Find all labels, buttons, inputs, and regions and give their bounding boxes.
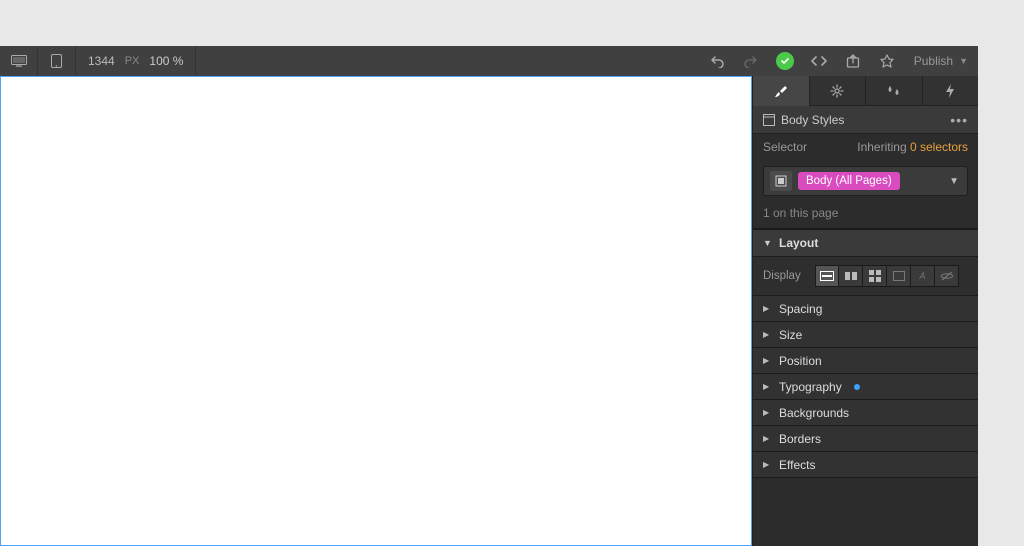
publish-button[interactable]: Publish ▼ — [904, 46, 978, 76]
section-position[interactable]: ▶ Position — [753, 348, 978, 374]
workspace: Body Styles ••• Selector Inheriting 0 se… — [0, 76, 978, 546]
display-block-button[interactable] — [815, 265, 839, 287]
bolt-icon — [945, 84, 955, 98]
display-flex-button[interactable] — [839, 265, 863, 287]
window-chrome-padding — [0, 0, 1024, 46]
tablet-icon — [51, 54, 62, 68]
selector-label: Selector — [763, 140, 807, 154]
triangle-right-icon: ▶ — [763, 434, 771, 443]
toolbar-right-group: Publish ▼ — [700, 46, 978, 76]
selector-dropdown-caret[interactable]: ▼ — [949, 176, 961, 187]
chevron-down-icon: ▼ — [959, 56, 968, 66]
display-block-icon — [820, 271, 834, 281]
zoom-value[interactable]: 100 % — [149, 54, 183, 68]
panel-tabs — [753, 76, 978, 106]
section-typography-label: Typography — [779, 380, 842, 394]
panel-title: Body Styles — [781, 113, 844, 127]
panel-menu-button[interactable]: ••• — [950, 112, 968, 128]
selector-tag[interactable]: Body (All Pages) — [798, 172, 900, 190]
display-button-group: A — [815, 265, 959, 287]
section-borders[interactable]: ▶ Borders — [753, 426, 978, 452]
display-inline-button[interactable]: A — [911, 265, 935, 287]
modified-indicator-icon — [854, 384, 860, 390]
brush-icon — [773, 84, 788, 99]
undo-icon — [710, 54, 724, 68]
selector-state-button[interactable] — [770, 171, 792, 191]
inheriting-count[interactable]: 0 selectors — [910, 140, 968, 154]
section-position-label: Position — [779, 354, 822, 368]
triangle-right-icon: ▶ — [763, 304, 771, 313]
selector-field[interactable]: Body (All Pages) ▼ — [763, 166, 968, 196]
triangle-right-icon: ▶ — [763, 330, 771, 339]
display-label: Display — [763, 270, 807, 282]
redo-button[interactable] — [734, 46, 768, 76]
display-none-icon — [940, 271, 954, 281]
app-frame: 1344 PX 100 % — [0, 46, 978, 546]
section-spacing-label: Spacing — [779, 302, 822, 316]
check-circle-icon — [776, 52, 794, 70]
droplets-icon — [886, 84, 902, 98]
section-backgrounds-label: Backgrounds — [779, 406, 849, 420]
publish-label: Publish — [914, 54, 953, 68]
design-canvas[interactable] — [0, 76, 752, 546]
tab-settings[interactable] — [810, 76, 867, 106]
audit-button[interactable] — [870, 46, 904, 76]
selector-instance-count: 1 on this page — [753, 202, 978, 229]
export-icon — [846, 54, 860, 68]
inheriting-info: Inheriting 0 selectors — [857, 140, 968, 154]
triangle-right-icon: ▶ — [763, 408, 771, 417]
undo-button[interactable] — [700, 46, 734, 76]
section-effects-label: Effects — [779, 458, 815, 472]
section-spacing[interactable]: ▶ Spacing — [753, 296, 978, 322]
status-ok-button[interactable] — [768, 46, 802, 76]
px-label: PX — [125, 55, 140, 67]
display-flex-icon — [844, 271, 858, 281]
breakpoint-desktop-button[interactable] — [0, 46, 38, 76]
section-backgrounds[interactable]: ▶ Backgrounds — [753, 400, 978, 426]
audit-icon — [880, 54, 894, 68]
tab-effects[interactable] — [923, 76, 979, 106]
tab-style[interactable] — [753, 76, 810, 106]
gear-icon — [830, 84, 844, 98]
section-typography[interactable]: ▶ Typography — [753, 374, 978, 400]
canvas-width-value[interactable]: 1344 — [88, 54, 115, 68]
display-grid-icon — [869, 270, 881, 282]
redo-icon — [744, 54, 758, 68]
inheriting-label: Inheriting — [857, 140, 906, 154]
tab-interactions[interactable] — [866, 76, 923, 106]
section-size[interactable]: ▶ Size — [753, 322, 978, 348]
export-button[interactable] — [836, 46, 870, 76]
triangle-down-icon: ▼ — [763, 238, 771, 248]
style-panel: Body Styles ••• Selector Inheriting 0 se… — [752, 76, 978, 546]
display-inlineblock-button[interactable] — [887, 265, 911, 287]
desktop-icon — [11, 55, 27, 67]
code-icon — [811, 55, 827, 67]
triangle-right-icon: ▶ — [763, 356, 771, 365]
section-layout-label: Layout — [779, 236, 818, 250]
triangle-right-icon: ▶ — [763, 460, 771, 469]
selector-header-row: Selector Inheriting 0 selectors — [753, 134, 978, 160]
display-none-button[interactable] — [935, 265, 959, 287]
section-borders-label: Borders — [779, 432, 821, 446]
breakpoint-tablet-button[interactable] — [38, 46, 76, 76]
display-grid-button[interactable] — [863, 265, 887, 287]
toolbar-spacer — [196, 46, 699, 76]
top-toolbar: 1344 PX 100 % — [0, 46, 978, 76]
section-layout-header[interactable]: ▼ Layout — [753, 229, 978, 257]
layout-display-row: Display A — [753, 257, 978, 296]
code-view-button[interactable] — [802, 46, 836, 76]
selector-field-row: Body (All Pages) ▼ — [753, 160, 978, 202]
panel-header: Body Styles ••• — [753, 106, 978, 134]
canvas-dimensions: 1344 PX 100 % — [76, 46, 196, 76]
section-effects[interactable]: ▶ Effects — [753, 452, 978, 478]
display-inlineblock-icon — [893, 271, 905, 281]
element-icon — [775, 175, 787, 187]
canvas-wrapper — [0, 76, 752, 546]
triangle-right-icon: ▶ — [763, 382, 771, 391]
body-icon — [763, 114, 775, 126]
section-size-label: Size — [779, 328, 802, 342]
